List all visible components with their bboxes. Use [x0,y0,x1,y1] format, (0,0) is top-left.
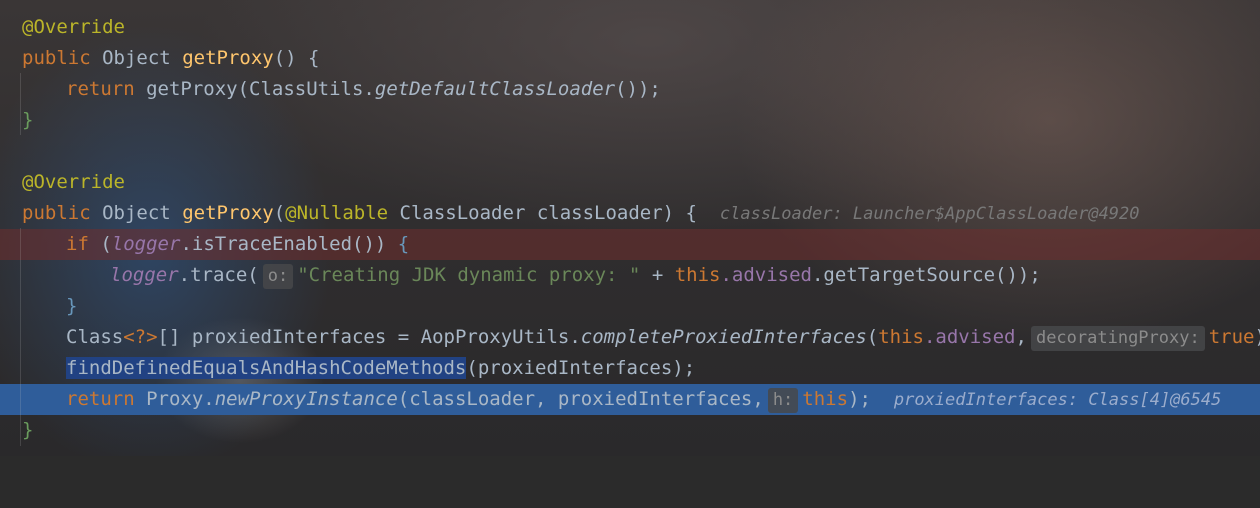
code-text: + [640,264,675,286]
code-line[interactable]: public Object getProxy() { [0,43,1260,74]
brace: } [66,295,78,317]
code-line[interactable]: findDefinedEqualsAndHashCodeMethods(prox… [0,353,1260,384]
code-text: ()); [995,264,1041,286]
code-line[interactable]: } [0,105,1260,136]
code-text: .isTraceEnabled [180,233,353,255]
keyword: public [22,202,91,224]
code-line[interactable]: return getProxy(ClassUtils.getDefaultCla… [0,74,1260,105]
keyword: this [674,264,721,286]
type-name: Class [66,326,124,348]
brace: } [22,419,34,441]
code-line[interactable]: Class<?>[] proxiedInterfaces = AopProxyU… [0,322,1260,353]
code-text: ClassLoader classLoader [388,202,663,224]
code-text: .trace( [178,264,259,286]
code-text: ); [1254,326,1260,348]
code-text: [] proxiedInterfaces = AopProxyUtils. [157,326,581,348]
keyword: true [1208,326,1255,348]
code-text: , [1015,326,1027,348]
keyword: public [22,47,91,69]
code-text: ()); [615,78,661,100]
parameter-hint: h: [767,388,799,413]
annotation: @Override [22,16,125,38]
breakpoint-line[interactable]: if (logger.isTraceEnabled()) { [0,229,1260,260]
field-reference: .advised [923,326,1016,348]
annotation: @Nullable [285,202,389,224]
code-text: getProxy(ClassUtils. [146,78,375,100]
code-text: ()) [352,233,387,255]
debug-inline-value: classLoader: Launcher$AppClassLoader@492… [719,204,1140,224]
code-text: (proxiedInterfaces); [466,357,696,379]
indent-guide [20,73,21,135]
field-reference: logger [111,233,181,255]
code-text: () { [273,47,320,69]
string-literal: "Creating JDK dynamic proxy: " [297,264,641,286]
code-text: ) { [662,202,697,224]
code-text: Proxy. [146,388,215,410]
code-text: ( [100,233,112,255]
brace: } [22,109,34,131]
code-line[interactable]: } [0,415,1260,446]
code-text: ( [273,202,286,224]
method-name: getProxy [182,47,274,69]
parameter-hint: o: [262,264,294,289]
generic: <?> [123,326,158,348]
keyword: this [878,326,924,348]
keyword: return [66,78,135,100]
selected-method-call[interactable]: findDefinedEqualsAndHashCodeMethods [66,357,467,379]
code-text: .getTargetSource [811,264,996,286]
indent-guide [20,228,21,446]
code-text: (classLoader, proxiedInterfaces, [397,388,764,410]
type-name: Object [102,202,171,224]
debug-inline-value: proxiedInterfaces: Class[4]@6545 [893,390,1222,410]
keyword: return [66,388,135,410]
execution-point-line[interactable]: return Proxy.newProxyInstance(classLoade… [0,384,1260,415]
code-text: ( [866,326,879,348]
keyword: this [802,388,849,410]
field-reference: .advised [720,264,812,286]
code-editor[interactable]: @Override public Object getProxy() { ret… [0,0,1260,456]
method-name: getProxy [182,202,274,224]
code-line[interactable]: @Override [0,167,1260,198]
code-line[interactable]: @Override [0,12,1260,43]
keyword: if [66,233,89,255]
parameter-hint: decoratingProxy: [1030,326,1205,351]
code-line[interactable]: public Object getProxy(@Nullable ClassLo… [0,198,1260,229]
code-line[interactable]: logger.trace(o: "Creating JDK dynamic pro… [0,260,1260,291]
static-method: completeProxiedInterfaces [580,326,867,348]
brace: { [386,233,410,255]
code-line[interactable]: } [0,291,1260,322]
static-method: newProxyInstance [214,388,398,410]
static-method: getDefaultClassLoader [374,78,616,100]
code-text: ); [848,388,871,410]
field-reference: logger [110,264,179,286]
annotation: @Override [22,171,125,193]
type-name: Object [102,47,171,69]
